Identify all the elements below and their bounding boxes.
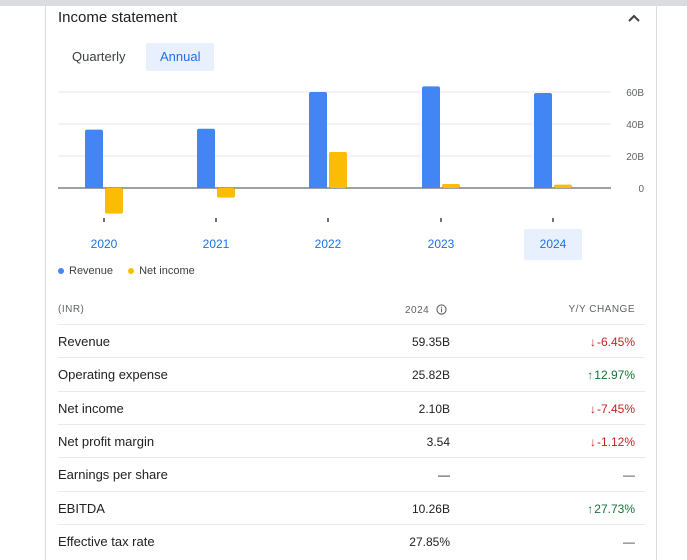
bar-revenue-2020 [85, 129, 103, 188]
row-label: Effective tax rate [58, 533, 155, 549]
bar-revenue-2024 [534, 93, 552, 188]
col-change: Y/Y CHANGE [568, 304, 635, 315]
row-label: EBITDA [58, 500, 105, 516]
bar-net-income-2023 [442, 184, 460, 188]
bar-net-income-2022 [329, 152, 347, 188]
x-tick-label-2021[interactable]: 2021 [203, 237, 230, 251]
y-tick-label: 40B [626, 120, 644, 131]
row-value: 3.54 [426, 434, 450, 449]
row-label: Net income [58, 400, 124, 416]
bar-revenue-2021 [197, 128, 215, 188]
bar-net-income-2024 [554, 184, 572, 188]
x-tick-label-2020[interactable]: 2020 [91, 237, 118, 251]
row-change: ↓-7.45% [589, 401, 635, 416]
income-chart: 60B 40B 20B 0 2020 2021 2022 2023 2024 [58, 86, 644, 260]
x-tick-label-2024[interactable]: 2024 [540, 237, 567, 251]
row-value: 59.35B [411, 335, 450, 349]
row-value: 27.85% [409, 534, 450, 549]
arrow-up-icon: ↑ [587, 501, 594, 516]
legend-revenue: Revenue [58, 265, 113, 277]
chart-legend: Revenue Net income [58, 265, 207, 277]
legend-net-income: Net income [128, 265, 195, 277]
table-row: EBITDA 10.26B ↑27.73% [58, 490, 645, 525]
row-change: ↑12.97% [587, 368, 635, 383]
table-row: Operating expense 25.82B ↑12.97% [58, 357, 645, 391]
row-change: — [623, 468, 635, 483]
x-tick-label-2022[interactable]: 2022 [315, 237, 342, 251]
row-label: Revenue [58, 334, 111, 349]
bar-net-income-2020 [105, 188, 123, 214]
row-label: Earnings per share [58, 467, 168, 483]
col-currency: (INR) [58, 304, 85, 315]
row-value: — [438, 468, 450, 483]
bar-revenue-2022 [309, 92, 327, 188]
table-row: Revenue 59.35B ↓-6.45% [58, 324, 645, 358]
row-change: ↓-1.12% [589, 434, 635, 449]
table-row: Earnings per share — — [58, 457, 645, 491]
y-tick-label: 60B [626, 88, 644, 99]
table-row: Effective tax rate 27.85% — [58, 523, 645, 558]
table-row: Net profit margin 3.54 ↓-1.12% [58, 423, 645, 458]
row-change: ↑27.73% [587, 501, 635, 516]
y-tick-label: 0 [638, 184, 644, 195]
row-value: 25.82B [411, 368, 450, 383]
row-label: Operating expense [58, 367, 168, 383]
bar-revenue-2023 [422, 86, 440, 188]
bar-net-income-2021 [217, 188, 235, 198]
row-value: 2.10B [418, 401, 450, 416]
row-label: Net profit margin [58, 433, 155, 449]
income-statement-card: Income statement Quarterly Annual 60B 40B… [45, 0, 657, 560]
x-tick-label-2023[interactable]: 2023 [428, 237, 455, 251]
arrow-down-icon: ↓ [589, 401, 596, 416]
table-header: (INR) 2024 Y/Y CHANGE [58, 300, 645, 324]
arrow-down-icon: ↓ [589, 434, 596, 449]
arrow-down-icon: ↓ [589, 335, 596, 349]
y-tick-label: 20B [626, 152, 644, 163]
table-row: Net income 2.10B ↓-7.45% [58, 390, 645, 425]
info-icon[interactable] [435, 304, 447, 315]
arrow-up-icon: ↑ [587, 368, 594, 383]
row-change: ↓-6.45% [589, 335, 635, 349]
row-value: 10.26B [411, 501, 450, 516]
row-change: — [623, 534, 635, 549]
col-year: 2024 [405, 304, 447, 316]
